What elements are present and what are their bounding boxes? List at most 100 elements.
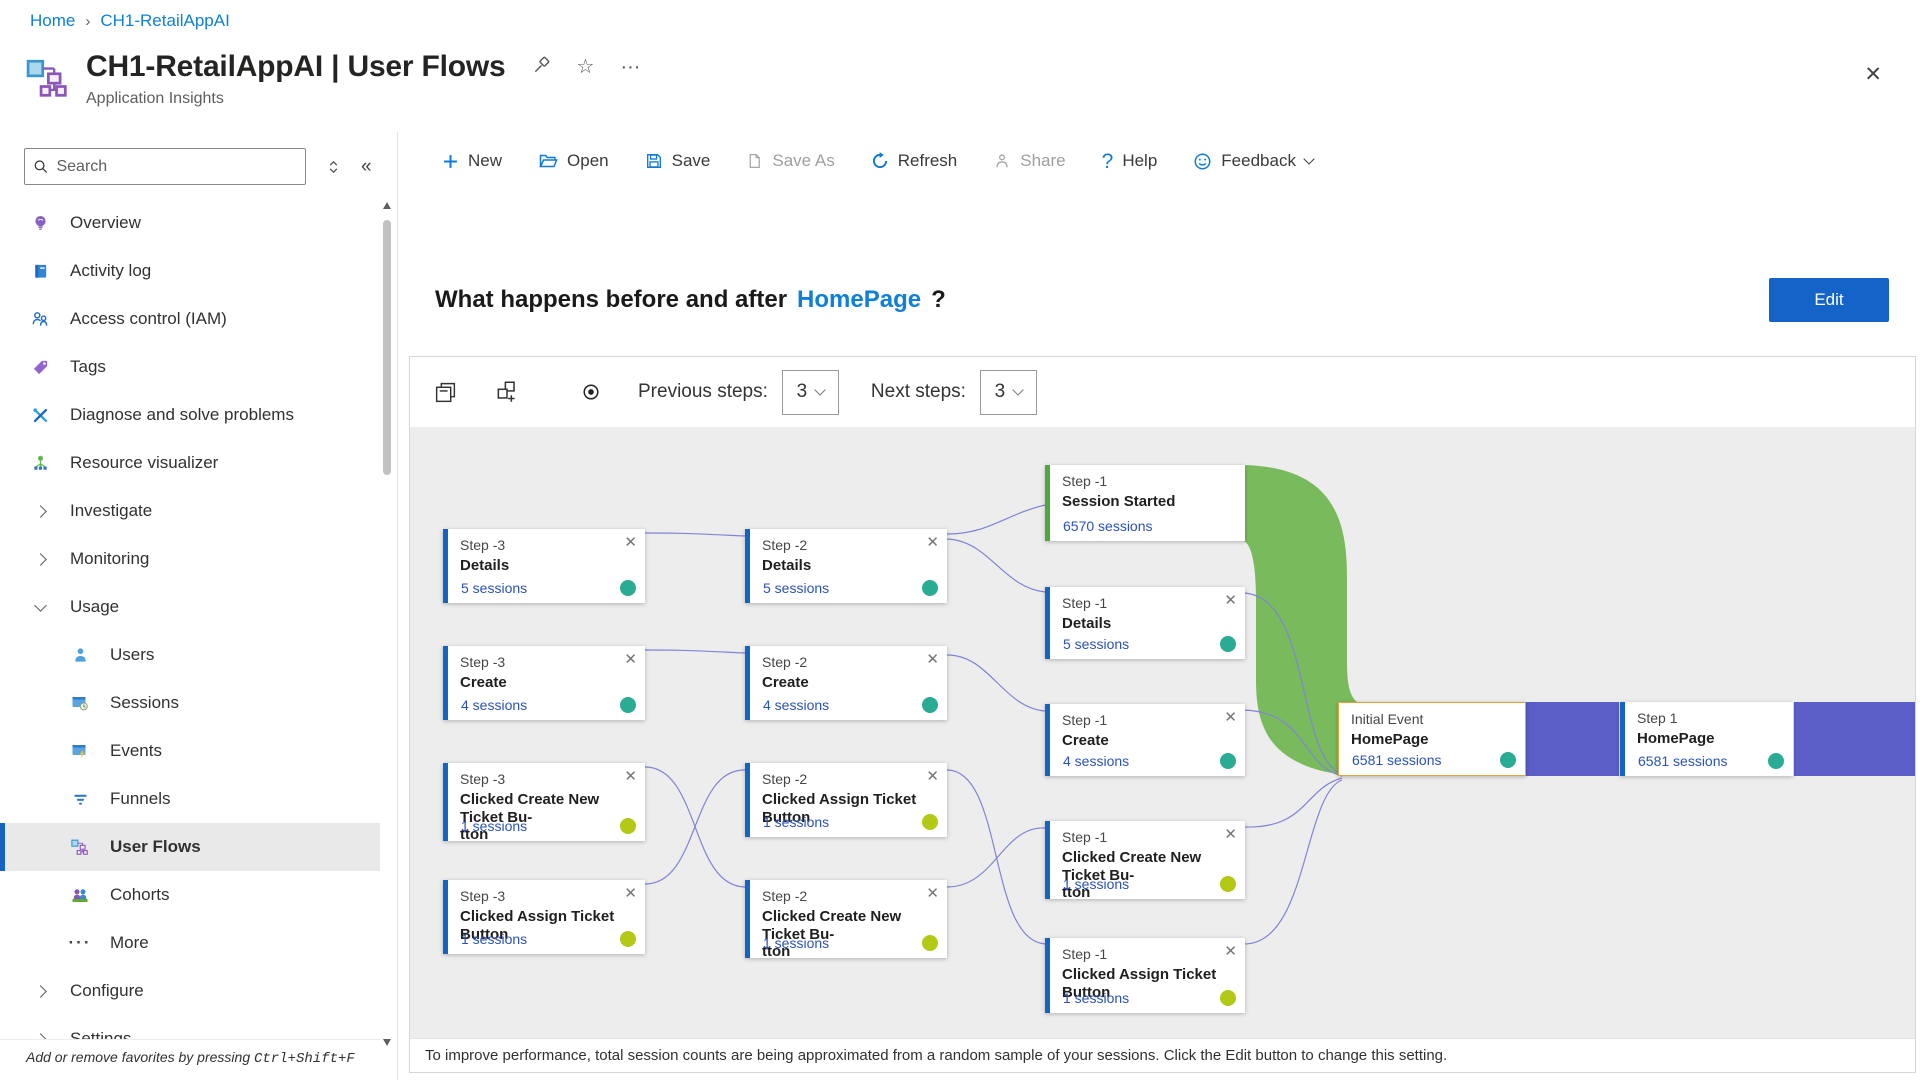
focus-node-icon[interactable] — [580, 381, 602, 403]
feedback-button[interactable]: Feedback — [1193, 151, 1313, 171]
flow-node-step-1-session-started[interactable]: Step -1 Session Started 6570 sessions — [1045, 465, 1245, 541]
flow-node-step-3-clicked-create[interactable]: ✕ Step -3 Clicked Create New Ticket Bu- … — [443, 763, 645, 841]
next-steps-dropdown[interactable]: 3 — [980, 370, 1037, 415]
open-button[interactable]: Open — [538, 151, 609, 171]
close-icon[interactable]: ✕ — [926, 769, 939, 784]
help-button[interactable]: ? Help — [1102, 151, 1158, 172]
sidebar-item-user-flows[interactable]: User Flows — [0, 823, 380, 871]
sidebar-group-usage[interactable]: Usage — [0, 583, 380, 631]
sessions-link[interactable]: 5 sessions — [763, 580, 829, 596]
homepage-event-link[interactable]: HomePage — [797, 286, 921, 313]
save-as-button[interactable]: Save As — [746, 151, 834, 171]
sessions-link[interactable]: 1 sessions — [1063, 876, 1129, 892]
sankey-canvas: ✕ Step -3 Details 5 sessions ✕ Step -3 C… — [410, 427, 1915, 1038]
sessions-link[interactable]: 1 sessions — [461, 931, 527, 947]
flow-node-initial-event-homepage[interactable]: Initial Event HomePage 6581 sessions — [1338, 702, 1526, 776]
sessions-link[interactable]: 1 sessions — [763, 814, 829, 830]
sessions-link[interactable]: 6581 sessions — [1638, 753, 1728, 769]
sidebar-item-resource-visualizer[interactable]: Resource visualizer — [0, 439, 380, 487]
new-button[interactable]: New — [442, 151, 502, 171]
close-icon[interactable]: ✕ — [926, 886, 939, 901]
sidebar-item-cohorts[interactable]: Cohorts — [0, 871, 380, 919]
sessions-link[interactable]: 1 sessions — [461, 818, 527, 834]
collapse-nodes-icon[interactable] — [433, 380, 458, 405]
breadcrumb: Home › CH1-RetailAppAI — [30, 11, 230, 31]
favorite-star-icon[interactable]: ☆ — [577, 57, 595, 77]
flow-node-step-3-clicked-assign[interactable]: ✕ Step -3 Clicked Assign Ticket Button 1… — [443, 880, 645, 954]
close-icon[interactable]: ✕ — [926, 652, 939, 667]
flow-node-step-2-details[interactable]: ✕ Step -2 Details 5 sessions — [745, 529, 947, 603]
breadcrumb-resource-link[interactable]: CH1-RetailAppAI — [100, 11, 229, 31]
sidebar-search[interactable] — [24, 148, 306, 185]
sessions-link[interactable]: 1 sessions — [763, 935, 829, 951]
save-button[interactable]: Save — [645, 151, 711, 171]
breadcrumb-home-link[interactable]: Home — [30, 11, 75, 31]
sidebar-item-users[interactable]: Users — [0, 631, 380, 679]
flow-node-step-1-clicked-create[interactable]: ✕ Step -1 Clicked Create New Ticket Bu- … — [1045, 821, 1245, 899]
sidebar-item-funnels[interactable]: Funnels — [0, 775, 380, 823]
book-icon — [30, 262, 50, 280]
flow-node-step-1-create[interactable]: ✕ Step -1 Create 4 sessions — [1045, 704, 1245, 776]
close-icon[interactable]: ✕ — [1224, 827, 1237, 842]
close-icon[interactable]: ✕ — [1224, 944, 1237, 959]
sidebar-group-monitoring[interactable]: Monitoring — [0, 535, 380, 583]
user-icon — [70, 646, 90, 664]
flow-node-step-3-create[interactable]: ✕ Step -3 Create 4 sessions — [443, 646, 645, 720]
sidebar-scrollbar[interactable] — [380, 196, 395, 1052]
close-icon[interactable]: ✕ — [624, 769, 637, 784]
sidebar-item-activity-log[interactable]: Activity log — [0, 247, 380, 295]
close-icon[interactable]: ✕ — [624, 535, 637, 550]
sidebar-item-overview[interactable]: Overview — [0, 199, 380, 247]
sidebar-item-tags[interactable]: Tags — [0, 343, 380, 391]
pin-icon[interactable] — [532, 56, 551, 79]
sessions-link[interactable]: 1 sessions — [1063, 990, 1129, 1006]
scroll-up-icon[interactable] — [383, 202, 391, 209]
flow-node-step-2-clicked-assign[interactable]: ✕ Step -2 Clicked Assign Ticket Button 1… — [745, 763, 947, 837]
previous-steps-dropdown[interactable]: 3 — [782, 370, 839, 415]
collapse-sidebar-icon[interactable]: « — [361, 156, 372, 178]
refresh-button[interactable]: Refresh — [871, 151, 958, 171]
flow-node-step-1-clicked-assign[interactable]: ✕ Step -1 Clicked Assign Ticket Button 1… — [1045, 938, 1245, 1013]
page-question: What happens before and afterHomePage? — [435, 286, 946, 314]
sidebar-group-investigate[interactable]: Investigate — [0, 487, 380, 535]
close-icon[interactable]: ✕ — [1224, 710, 1237, 725]
sessions-link[interactable]: 6581 sessions — [1352, 752, 1442, 768]
smiley-icon — [1193, 152, 1212, 171]
sessions-link[interactable]: 4 sessions — [461, 697, 527, 713]
close-icon[interactable]: ✕ — [1224, 593, 1237, 608]
flow-node-step-2-create[interactable]: ✕ Step -2 Create 4 sessions — [745, 646, 947, 720]
flow-node-step-1-details[interactable]: ✕ Step -1 Details 5 sessions — [1045, 587, 1245, 659]
flow-node-step-2-clicked-create[interactable]: ✕ Step -2 Clicked Create New Ticket Bu- … — [745, 880, 947, 958]
sidebar-item-diagnose[interactable]: Diagnose and solve problems — [0, 391, 380, 439]
close-icon[interactable]: ✕ — [926, 535, 939, 550]
sidebar-item-sessions[interactable]: Sessions — [0, 679, 380, 727]
expand-collapse-groups-icon[interactable] — [326, 159, 341, 175]
sessions-link[interactable]: 6570 sessions — [1063, 518, 1153, 534]
more-options-icon[interactable]: ··· — [620, 57, 640, 77]
sessions-link[interactable]: 5 sessions — [461, 580, 527, 596]
sessions-link[interactable]: 4 sessions — [763, 697, 829, 713]
sidebar-item-more[interactable]: ··· More — [0, 919, 380, 967]
sessions-link[interactable]: 4 sessions — [1063, 753, 1129, 769]
people-icon — [30, 310, 50, 328]
close-icon[interactable]: ✕ — [624, 886, 637, 901]
sessions-link[interactable]: 5 sessions — [1063, 636, 1129, 652]
sidebar-item-events[interactable]: Events — [0, 727, 380, 775]
command-bar: New Open Save Save As Refresh Share — [442, 142, 1313, 180]
event-type-dot — [922, 814, 938, 830]
sidebar-group-configure[interactable]: Configure — [0, 967, 380, 1015]
flow-node-step-plus-1-homepage[interactable]: Step 1 HomePage 6581 sessions — [1620, 702, 1793, 776]
sidebar-item-access-control[interactable]: Access control (IAM) — [0, 295, 380, 343]
edit-button[interactable]: Edit — [1769, 278, 1889, 322]
expand-nodes-icon[interactable] — [494, 379, 520, 405]
close-icon[interactable]: ✕ — [624, 652, 637, 667]
flow-node-step-3-details[interactable]: ✕ Step -3 Details 5 sessions — [443, 529, 645, 603]
share-button[interactable]: Share — [993, 151, 1065, 171]
close-blade-icon[interactable]: ✕ — [1864, 62, 1882, 87]
scrollbar-thumb[interactable] — [383, 220, 391, 475]
sidebar: « Overview Activity log Access control (… — [0, 132, 380, 1080]
tag-icon — [30, 359, 50, 376]
search-input[interactable] — [56, 158, 297, 176]
blade-header: CH1-RetailAppAI | User Flows ☆ ··· Appli… — [26, 50, 640, 108]
scroll-down-icon[interactable] — [383, 1039, 391, 1046]
